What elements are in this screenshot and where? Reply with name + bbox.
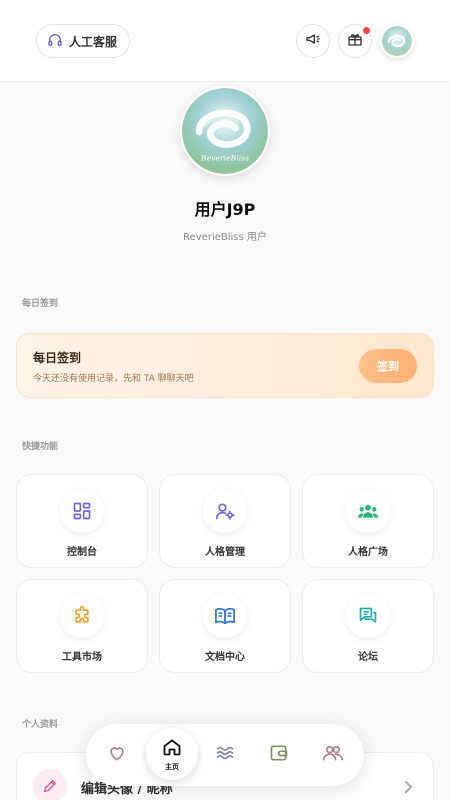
nav-home-label: 主页	[165, 762, 179, 771]
notification-dot	[363, 27, 370, 34]
tile-label: 论坛	[358, 652, 378, 663]
tile-persona-plaza[interactable]: 人格广场	[302, 474, 434, 568]
avatar-logo-text: ReverieBliss	[200, 154, 249, 163]
customer-support-label: 人工客服	[69, 34, 118, 49]
group-icon	[346, 489, 390, 533]
people-icon	[322, 743, 344, 767]
puzzle-icon	[60, 594, 104, 638]
dashboard-icon	[60, 489, 104, 533]
heart-icon	[107, 743, 127, 767]
customer-support-button[interactable]: 人工客服	[36, 24, 131, 58]
gift-icon	[347, 31, 363, 51]
top-bar: 人工客服	[0, 0, 450, 82]
waves-icon	[215, 743, 235, 767]
nav-stream[interactable]	[206, 736, 244, 774]
tile-dashboard[interactable]: 控制台	[16, 474, 148, 568]
checkin-description: 今天还没有使用记录，先和 TA 聊聊天吧	[33, 374, 194, 384]
bottom-navigation: 主页	[86, 724, 364, 786]
profile-avatar[interactable]: ReverieBliss	[180, 86, 270, 176]
nav-favorites[interactable]	[98, 736, 136, 774]
user-settings-icon	[203, 489, 247, 533]
tile-forum[interactable]: 论坛	[302, 579, 434, 673]
section-quick-functions: 快捷功能	[22, 442, 59, 452]
announcement-button[interactable]	[296, 24, 330, 58]
tile-label: 文档中心	[205, 652, 245, 663]
tile-tool-market[interactable]: 工具市场	[16, 579, 148, 673]
pencil-icon	[33, 769, 67, 800]
nav-home[interactable]: 主页	[146, 728, 198, 780]
headset-icon	[47, 32, 63, 51]
checkin-title: 每日签到	[33, 351, 82, 365]
section-personal-info: 个人资料	[22, 720, 59, 730]
tile-label: 控制台	[67, 547, 97, 558]
checkin-button[interactable]: 签到	[359, 349, 417, 383]
megaphone-icon	[305, 31, 321, 51]
tile-label: 工具市场	[62, 652, 102, 663]
user-avatar-small[interactable]	[380, 24, 414, 58]
book-icon	[203, 594, 247, 638]
chat-icon	[346, 594, 390, 638]
gift-button[interactable]	[338, 24, 372, 58]
tile-docs-center[interactable]: 文档中心	[159, 579, 291, 673]
user-subtitle: ReverieBliss 用户	[183, 232, 267, 243]
section-daily-checkin: 每日签到	[22, 299, 59, 309]
nav-wallet[interactable]	[260, 736, 298, 774]
checkin-card: 每日签到 今天还没有使用记录，先和 TA 聊聊天吧 签到	[16, 333, 434, 398]
tile-label: 人格广场	[348, 547, 388, 558]
username: 用户J9P	[194, 200, 256, 219]
wallet-icon	[269, 743, 289, 767]
tile-label: 人格管理	[205, 547, 245, 558]
chevron-right-icon	[403, 779, 413, 798]
home-icon	[162, 737, 182, 761]
tile-persona-management[interactable]: 人格管理	[159, 474, 291, 568]
nav-community[interactable]	[314, 736, 352, 774]
